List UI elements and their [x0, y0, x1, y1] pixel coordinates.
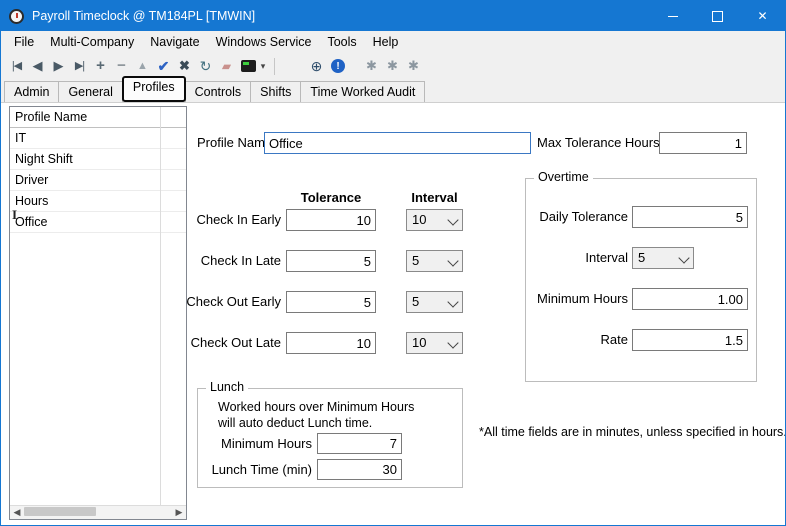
check-out-early-label: Check Out Early [181, 291, 281, 313]
profile-list: Profile Name IT Night Shift Driver Hours… [9, 106, 187, 520]
add-record-icon[interactable]: + [90, 54, 111, 78]
app-clock-icon [9, 9, 24, 24]
chevron-down-icon [447, 214, 458, 225]
tab-time-worked-audit[interactable]: Time Worked Audit [300, 81, 425, 102]
check-in-early-label: Check In Early [189, 209, 281, 231]
horizontal-scrollbar[interactable]: ◀ ▶ [10, 505, 186, 519]
overtime-interval-select[interactable]: 5 [632, 247, 694, 269]
scroll-left-icon[interactable]: ◀ [10, 506, 24, 518]
window-title: Payroll Timeclock @ TM184PL [TMWIN] [32, 9, 255, 23]
maximize-icon [712, 11, 723, 22]
maximize-button[interactable] [695, 1, 740, 31]
web-globe-icon[interactable]: ⊕ [306, 54, 327, 78]
title-bar: Payroll Timeclock @ TM184PL [TMWIN] ✕ [1, 1, 785, 31]
minimize-icon [668, 16, 678, 17]
lunch-time-label: Lunch Time (min) [207, 459, 312, 481]
tab-admin[interactable]: Admin [4, 81, 59, 102]
lunch-minimum-hours-label: Minimum Hours [217, 433, 312, 455]
check-in-late-tolerance-input[interactable] [286, 250, 376, 272]
check-out-late-label: Check Out Late [181, 332, 281, 354]
tab-general[interactable]: General [58, 81, 122, 102]
chevron-down-icon [447, 337, 458, 348]
daily-tolerance-label: Daily Tolerance [528, 206, 628, 228]
scrollbar-track[interactable] [96, 506, 172, 519]
lunch-group-title: Lunch [206, 380, 248, 394]
text-cursor-pointer: I [12, 207, 24, 223]
interval-column-header: Interval [406, 190, 463, 205]
overtime-minimum-hours-input[interactable] [632, 288, 748, 310]
nav-next-icon[interactable]: ▶ [48, 54, 69, 78]
chevron-down-icon[interactable]: ▾ [257, 54, 269, 78]
check-out-late-tolerance-input[interactable] [286, 332, 376, 354]
check-in-early-interval-select[interactable]: 10 [406, 209, 463, 231]
check-out-early-interval-select[interactable]: 5 [406, 291, 463, 313]
profiles-page: Profile Name IT Night Shift Driver Hours… [1, 103, 785, 526]
menu-navigate[interactable]: Navigate [142, 31, 207, 53]
gear-icon-1[interactable]: ✱ [361, 54, 382, 78]
lunch-description: Worked hours over Minimum Hours will aut… [218, 399, 414, 431]
rate-label: Rate [528, 329, 628, 351]
nav-last-icon[interactable]: ▶| [69, 54, 90, 78]
check-out-late-interval-select[interactable]: 10 [406, 332, 463, 354]
gear-icon-3[interactable]: ✱ [403, 54, 424, 78]
delete-record-icon[interactable]: − [111, 54, 132, 78]
eraser-icon[interactable]: ▰ [216, 54, 237, 78]
tab-controls[interactable]: Controls [185, 81, 252, 102]
check-in-late-interval-select[interactable]: 5 [406, 250, 463, 272]
scroll-right-icon[interactable]: ▶ [172, 506, 186, 518]
info-icon[interactable]: ! [331, 59, 345, 73]
refresh-icon[interactable]: ↻ [195, 54, 216, 78]
chevron-down-icon [447, 296, 458, 307]
cancel-x-icon[interactable]: ✖ [174, 54, 195, 78]
tolerance-column-header: Tolerance [286, 190, 376, 205]
gear-icon-2[interactable]: ✱ [382, 54, 403, 78]
scrollbar-thumb[interactable] [24, 507, 96, 516]
column-divider [160, 107, 161, 507]
menu-file[interactable]: File [6, 31, 42, 53]
toolbar: |◀ ◀ ▶ ▶| + − ▲ ✔ ✖ ↻ ▰ ▾ ⊕ ! ✱ ✱ ✱ [1, 53, 785, 79]
save-check-icon[interactable]: ✔ [153, 54, 174, 78]
chevron-down-icon [447, 255, 458, 266]
profile-name-label: Profile Name [197, 132, 272, 154]
close-icon: ✕ [757, 10, 767, 22]
nav-prev-icon[interactable]: ◀ [27, 54, 48, 78]
max-tolerance-hours-input[interactable] [659, 132, 747, 154]
chevron-down-icon [678, 252, 689, 263]
move-up-icon[interactable]: ▲ [132, 54, 153, 78]
check-out-early-tolerance-input[interactable] [286, 291, 376, 313]
lunch-minimum-hours-input[interactable] [317, 433, 402, 454]
nav-first-icon[interactable]: |◀ [6, 54, 27, 78]
app-window: Payroll Timeclock @ TM184PL [TMWIN] ✕ Fi… [0, 0, 786, 526]
terminal-icon[interactable] [241, 60, 256, 72]
overtime-interval-label: Interval [528, 247, 628, 269]
lunch-group: Lunch Worked hours over Minimum Hours wi… [197, 388, 463, 488]
menu-windows-service[interactable]: Windows Service [208, 31, 320, 53]
time-fields-note: *All time fields are in minutes, unless … [479, 425, 786, 439]
overtime-minimum-hours-label: Minimum Hours [528, 288, 628, 310]
minimize-button[interactable] [650, 1, 695, 31]
tab-shifts[interactable]: Shifts [250, 81, 301, 102]
toolbar-separator [274, 58, 275, 75]
check-in-late-label: Check In Late [189, 250, 281, 272]
rate-input[interactable] [632, 329, 748, 351]
tab-strip: Admin General Profiles Controls Shifts T… [1, 79, 785, 103]
max-tolerance-hours-label: Max Tolerance Hours [537, 132, 653, 154]
menu-multi-company[interactable]: Multi-Company [42, 31, 142, 53]
check-in-early-tolerance-input[interactable] [286, 209, 376, 231]
window-controls: ✕ [650, 1, 785, 31]
overtime-group-title: Overtime [534, 170, 593, 184]
overtime-group: Overtime Daily Tolerance Interval 5 Mini… [525, 178, 757, 382]
menu-bar: File Multi-Company Navigate Windows Serv… [1, 31, 785, 53]
daily-tolerance-input[interactable] [632, 206, 748, 228]
menu-help[interactable]: Help [365, 31, 407, 53]
tab-profiles[interactable]: Profiles [122, 76, 186, 102]
profile-name-input[interactable] [264, 132, 531, 154]
menu-tools[interactable]: Tools [319, 31, 364, 53]
close-button[interactable]: ✕ [740, 1, 785, 31]
lunch-time-input[interactable] [317, 459, 402, 480]
